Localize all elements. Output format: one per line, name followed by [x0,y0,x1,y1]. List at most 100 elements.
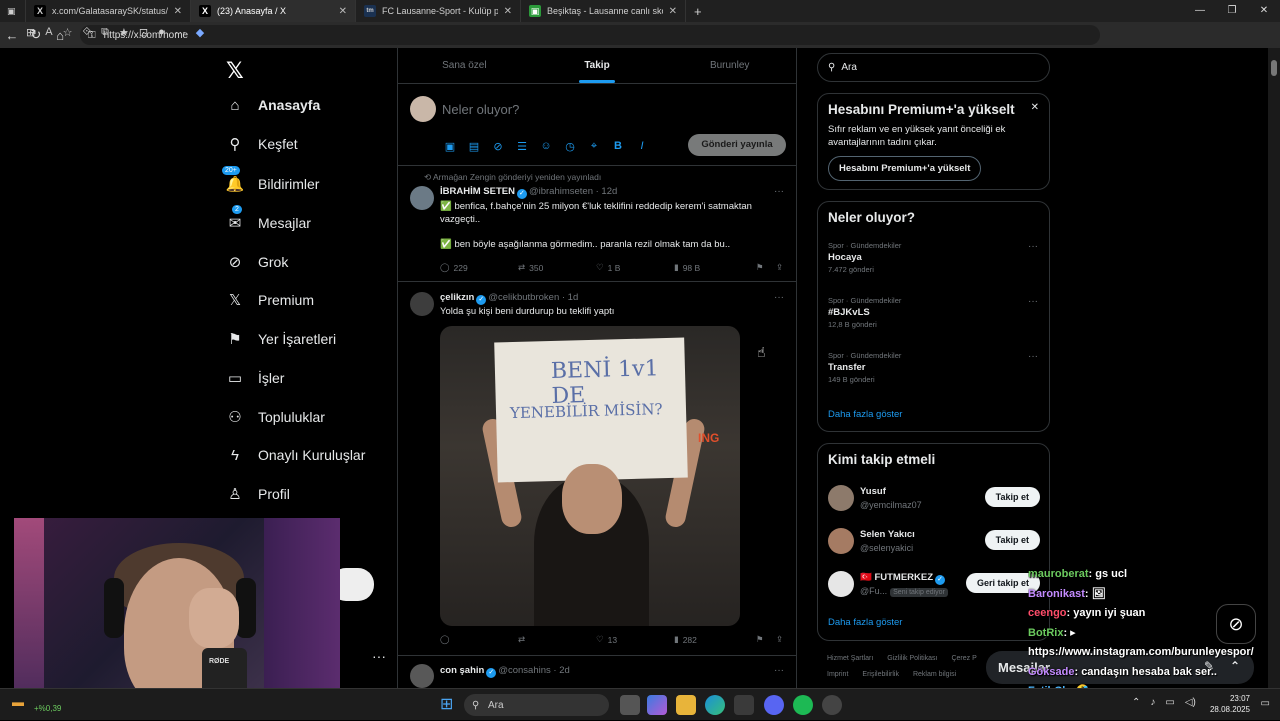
network-icon[interactable]: ▭ [1165,697,1174,708]
trend-item[interactable]: Spor · Gündemdekiler Transfer 149 B gönd… [828,351,1038,384]
bookmark-icon[interactable]: ⚑ [756,262,776,273]
favorites-icon[interactable]: ★ [119,26,129,39]
location-icon[interactable]: ⌖ [588,140,600,153]
trend-item[interactable]: Spor · Gündemdekiler Hocaya 7.472 gönder… [828,241,1038,274]
widgets-icon[interactable]: ▬ [12,695,24,709]
store-icon[interactable] [734,695,754,715]
trend-item[interactable]: Spor · Gündemdekiler #BJKvLS 12,8 B gönd… [828,296,1038,329]
reply-button[interactable]: ◯ [440,634,518,645]
emoji-icon[interactable]: ☺ [540,140,552,153]
footer-link[interactable]: Gizlilik Politikası [887,655,937,662]
avatar[interactable] [410,186,434,210]
trends-show-more-link[interactable]: Daha fazla göster [828,409,902,420]
start-icon[interactable]: ⊞ [440,694,453,714]
more-icon[interactable]: ··· [1028,296,1038,307]
footer-link[interactable]: Reklam bilgisi [913,671,956,678]
share-icon[interactable]: ⇪ [776,634,783,645]
tweet-author[interactable]: çelikzın✓@celikbutbroken · 1d [440,292,578,305]
avatar[interactable] [828,528,854,554]
avatar[interactable] [410,96,436,122]
compose-input[interactable]: Neler oluyor? [442,102,519,117]
schedule-icon[interactable]: ◷ [564,140,576,153]
profile-avatar[interactable]: ● [158,26,165,39]
close-tab-icon[interactable]: ✕ [339,6,347,17]
more-icon[interactable]: ··· [774,292,784,303]
extensions-icon[interactable]: ⟐ [82,26,91,39]
close-tab-icon[interactable]: ✕ [669,6,677,17]
scrollbar-thumb[interactable] [1271,60,1277,76]
apps-icon[interactable]: ⊞ [26,26,35,39]
mic-tray-icon[interactable]: ♪ [1150,697,1155,708]
clock[interactable]: 23:07 28.08.2025 [1210,693,1250,715]
favorite-star-icon[interactable]: ☆ [63,26,73,39]
spotify-icon[interactable] [793,695,813,715]
post-submit-button[interactable]: Gönderi yayınla [688,134,786,156]
search-input[interactable]: ⚲ Ara [817,53,1050,82]
copilot-icon[interactable]: ◆ [196,26,204,39]
nav-item-7[interactable]: ▭İşler [226,369,284,387]
maximize-icon[interactable]: ❐ [1216,0,1248,22]
tab-actions-icon[interactable]: ▣ [0,0,26,22]
close-window-icon[interactable]: ✕ [1248,0,1280,22]
browser-tab-1[interactable]: X x.com/GalatasaraySK/status/1961 ✕ [26,0,191,22]
tab-takip[interactable]: Takip [531,48,664,83]
collections-icon[interactable]: ⊡ [139,26,148,39]
avatar[interactable] [828,571,854,597]
like-button[interactable]: ♡1 B [596,262,674,273]
more-icon[interactable]: ··· [774,186,784,197]
browser-tab-4[interactable]: ▣ Beşiktaş - Lausanne canlı skor, tah ✕ [521,0,686,22]
follow-suggestion[interactable]: 🇹🇷 FUTMERKEZ✓ @Fu...Seni takip ediyor Ge… [828,569,1040,599]
follow-suggestion[interactable]: Yusuf @yemcilmaz07 Takip et [828,483,1040,513]
italic-icon[interactable]: I [636,140,648,153]
more-icon[interactable]: ··· [1028,241,1038,252]
poll-icon[interactable]: ☰ [516,140,528,153]
gif-icon[interactable]: ▤ [468,140,480,153]
more-icon[interactable]: ··· [1028,351,1038,362]
bold-icon[interactable]: B [612,140,624,153]
nav-item-2[interactable]: 🔔20+Bildirimler [226,175,319,193]
account-more-icon[interactable]: ··· [372,648,386,664]
file-explorer-icon[interactable] [676,695,696,715]
nav-item-5[interactable]: 𝕏Premium [226,291,314,309]
avatar[interactable] [828,485,854,511]
nav-item-1[interactable]: ⚲Keşfet [226,135,298,153]
tweet[interactable]: con şahin✓@consahins · 2d ··· [398,656,796,688]
premium-upgrade-button[interactable]: Hesabını Premium+'a yükselt [828,156,981,181]
nav-item-4[interactable]: ⊘Grok [226,253,288,271]
tweet-author[interactable]: İBRAHİM SETEN✓@ibrahimseten · 12d [440,186,617,199]
x-logo-icon[interactable]: 𝕏 [226,58,244,84]
avatar[interactable] [410,292,434,316]
edge-icon[interactable] [705,695,725,715]
avatar[interactable] [410,664,434,688]
nav-item-3[interactable]: ✉2Mesajlar [226,214,311,232]
share-icon[interactable]: ⇪ [776,262,783,273]
minimize-icon[interactable]: — [1184,0,1216,22]
grok-icon[interactable]: ⊘ [492,140,504,153]
more-icon[interactable]: ··· [774,665,784,676]
follow-button[interactable]: Takip et [985,530,1040,550]
menu-dots-icon[interactable]: ⋯ [175,26,186,39]
who-to-follow-show-more-link[interactable]: Daha fazla göster [828,617,902,628]
footer-link[interactable]: Imprint [827,671,848,678]
close-tab-icon[interactable]: ✕ [174,6,182,17]
image-icon[interactable]: ▣ [444,140,456,153]
follow-button[interactable]: Takip et [985,487,1040,507]
footer-link[interactable]: Erişilebilirlik [862,671,899,678]
steam-icon[interactable] [822,695,842,715]
nav-item-10[interactable]: ♙Profil [226,485,290,503]
split-screen-icon[interactable]: ⧉ [101,26,109,39]
browser-tab-3[interactable]: tm FC Lausanne-Sport - Kulüp profili ✕ [356,0,521,22]
views-button[interactable]: ▮98 B [674,262,756,273]
nav-item-6[interactable]: ⚑Yer İşaretleri [226,330,336,348]
tweet[interactable]: ⟲ Armağan Zengin gönderiyi yeniden yayın… [398,166,796,282]
footer-link[interactable]: Çerez P [951,655,976,662]
follow-suggestion[interactable]: Selen Yakıcı @selenyakici Takip et [828,526,1040,556]
nav-item-0[interactable]: ⌂Anasayfa [226,96,320,114]
nav-item-8[interactable]: ⚇Topluluklar [226,408,325,426]
read-aloud-icon[interactable]: A [45,26,52,39]
new-tab-button[interactable]: + [686,0,712,22]
chevron-up-icon[interactable]: ⌃ [1132,697,1140,708]
close-icon[interactable]: ✕ [1031,102,1039,113]
repost-button[interactable]: ⇄350 [518,262,596,273]
tweet[interactable]: çelikzın✓@celikbutbroken · 1d ··· Yolda … [398,282,796,656]
